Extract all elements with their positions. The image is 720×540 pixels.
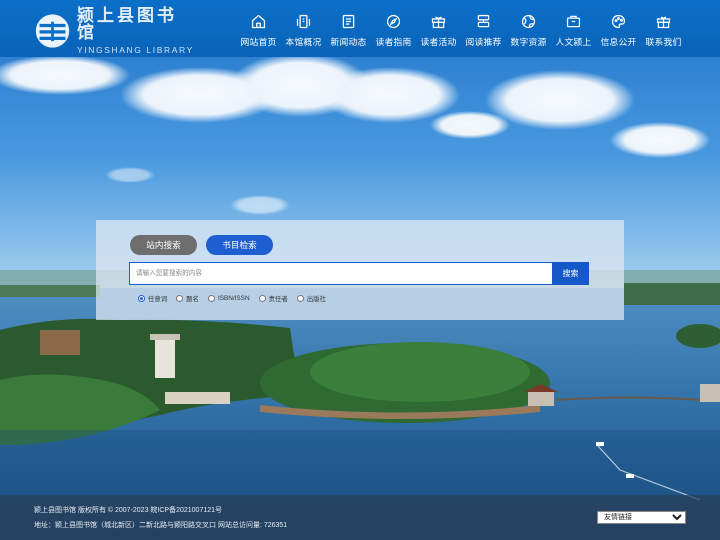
nav-label: 读者指南 (375, 37, 412, 47)
nav-label: 信息公开 (600, 37, 637, 47)
main-nav: 网站首页 本馆概况 新闻动态 读者指南 读者活动 阅读推荐 数字资源 人文颍上 (236, 0, 686, 57)
gift-box-icon (656, 16, 671, 29)
nav-item-digital[interactable]: 数字资源 (506, 0, 551, 57)
nav-item-news[interactable]: 新闻动态 (326, 0, 371, 57)
radio-label: ISBN/ISSN (217, 295, 250, 302)
nav-label: 新闻动态 (330, 37, 367, 47)
nav-label: 联系我们 (645, 37, 682, 47)
library-name-en: YINGSHANG LIBRARY (77, 44, 194, 55)
nav-label: 阅读推荐 (465, 37, 502, 47)
radio-isbn[interactable]: ISBN/ISSN (207, 295, 250, 302)
nav-label: 人文颍上 (555, 37, 592, 47)
building-icon (296, 14, 311, 29)
radio-any-word[interactable]: 任意词 (138, 294, 167, 303)
search-input[interactable] (129, 262, 552, 285)
radio-label: 任意词 (148, 296, 168, 303)
footer-address: 地址：颍上县图书馆（城北新区）二新北路与颍阳路交叉口 网站总访问量: 72635… (34, 522, 288, 529)
radio-dot (296, 295, 304, 302)
radio-dot (138, 295, 145, 302)
nav-item-reading[interactable]: 阅读推荐 (461, 0, 506, 57)
radio-label: 题名 (186, 296, 199, 303)
radio-dot (207, 295, 215, 302)
library-logo[interactable]: 颍上县图书馆 YINGSHANG LIBRARY (34, 7, 194, 54)
nav-item-contact[interactable]: 联系我们 (641, 0, 686, 57)
nav-item-culture[interactable]: 人文颍上 (551, 0, 596, 57)
books-icon (477, 14, 490, 28)
radio-label: 出版社 (306, 296, 326, 303)
search-field-options: 任意词 题名 ISBN/ISSN 责任者 出版社 (138, 294, 335, 303)
radio-dot (258, 295, 266, 302)
home-icon (251, 14, 266, 29)
search-row: 搜索 (129, 262, 589, 285)
nav-item-activities[interactable]: 读者活动 (416, 0, 461, 57)
gift-icon (431, 16, 446, 29)
nav-item-home[interactable]: 网站首页 (236, 0, 281, 57)
nav-label: 数字资源 (510, 37, 547, 47)
nav-label: 本馆概况 (285, 37, 322, 47)
compass-icon (386, 14, 401, 29)
nav-label: 网站首页 (240, 37, 277, 47)
tab-site-search[interactable]: 站内搜索 (130, 235, 197, 255)
site-footer: 颍上县图书馆 版权所有 © 2007-2023 皖ICP备2021007121号… (0, 495, 720, 540)
search-panel: 站内搜索 书目检索 搜索 任意词 题名 ISBN/ISSN 责任者 出版社 (96, 220, 624, 320)
radio-publisher[interactable]: 出版社 (296, 294, 326, 303)
nav-item-guide[interactable]: 读者指南 (371, 0, 416, 57)
globe-icon (521, 14, 536, 29)
site-header: 颍上县图书馆 YINGSHANG LIBRARY 网站首页 本馆概况 新闻动态 … (0, 0, 720, 57)
radio-title[interactable]: 题名 (176, 294, 199, 303)
nav-item-disclosure[interactable]: 信息公开 (596, 0, 641, 57)
radio-dot (176, 295, 184, 302)
radio-label: 责任者 (268, 296, 288, 303)
radio-author[interactable]: 责任者 (258, 294, 288, 303)
library-name-cn: 颍上县图书馆 (77, 5, 178, 43)
friendly-links-select[interactable]: 友情链接 (597, 511, 686, 524)
search-tabs: 站内搜索 书目检索 (130, 235, 273, 255)
nav-item-about[interactable]: 本馆概况 (281, 0, 326, 57)
footer-copyright: 颍上县图书馆 版权所有 © 2007-2023 皖ICP备2021007121号 (34, 507, 223, 514)
search-button[interactable]: 搜索 (552, 262, 589, 285)
palette-icon (611, 14, 626, 29)
news-icon (342, 14, 355, 29)
tab-catalog-search[interactable]: 书目检索 (206, 235, 273, 255)
library-logo-mark-icon (35, 14, 70, 48)
briefcase-icon (566, 15, 581, 28)
nav-label: 读者活动 (420, 37, 457, 47)
